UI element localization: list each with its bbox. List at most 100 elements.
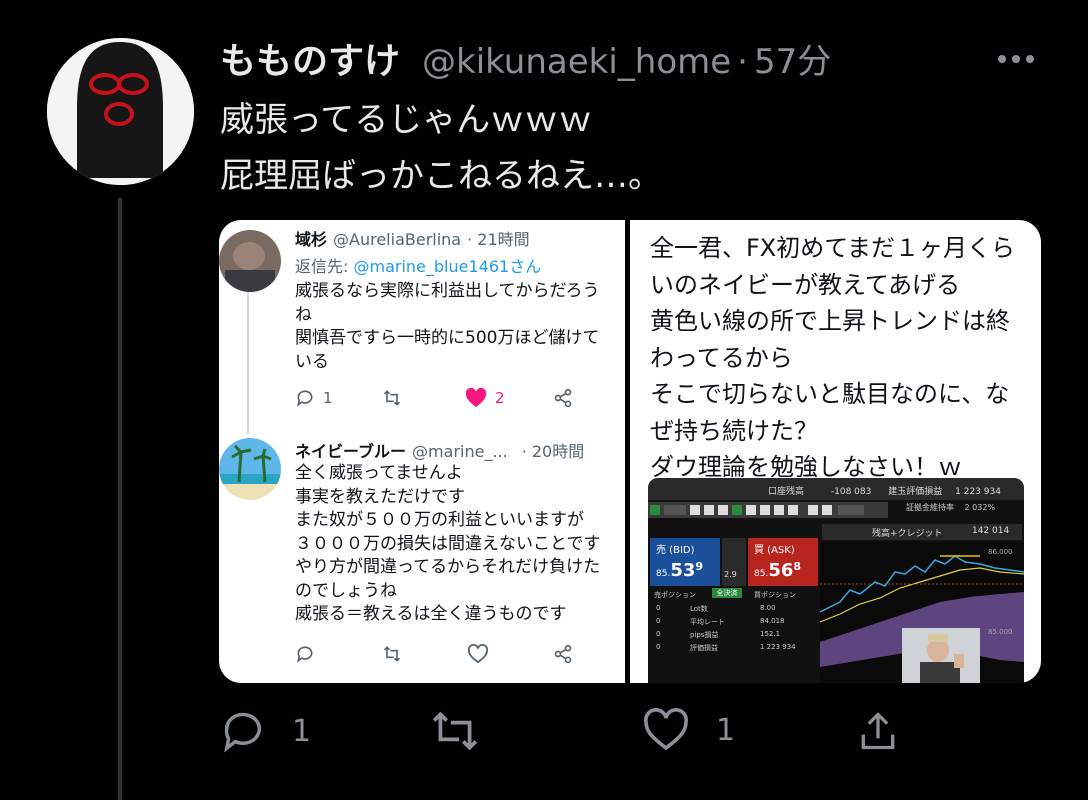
reply-name: 域杉 (295, 230, 328, 249)
fx-row-left: 0 (656, 630, 661, 638)
fx-row-left: 0 (656, 617, 661, 625)
tweet-actions: 1 1 (220, 708, 920, 758)
fx-margin-value: 2 032% (964, 503, 996, 512)
fx-bid-small: 9 (695, 560, 704, 573)
reply-header: 域杉 @AureliaBerlina · 21時間 (295, 226, 530, 250)
reply-to-prefix: 返信先: (295, 257, 354, 276)
fx-pl-label: 建玉評価損益 (888, 487, 943, 497)
fx-trading-screen: 口座残高 -108 083 建玉評価損益 1 223 934 証拠金維持率 2 … (648, 478, 1024, 683)
fx-buy-pos: 買ポジション (754, 591, 796, 599)
reply2-text: 全く威張ってませんよ 事実を教えただけです また奴が５００万の利益といいますが … (295, 463, 601, 624)
more-icon[interactable] (996, 50, 1036, 63)
reply-count: 1 (292, 713, 312, 749)
reply-text: 威張るなら実際に利益出してからだろう ね 関慎吾ですら一時的に500万ほど儲けて… (295, 281, 600, 372)
retweet-icon (381, 388, 403, 408)
reply-button[interactable]: 1 (220, 708, 311, 754)
retweet-icon (432, 711, 478, 751)
fx-ask-small: 8 (793, 560, 802, 573)
media-image-right[interactable]: 全一君、FX初めてまだ１ヶ月くら いのネイビーが教えてあげる 黄色い線の所で上昇… (630, 220, 1041, 683)
fx-ask-big: 56 (768, 560, 794, 581)
reply-handle: @AureliaBerlina (333, 230, 462, 249)
webcam-overlay (902, 628, 980, 683)
fx-bid-int: 85. (656, 569, 671, 579)
fx-row-label: pips損益 (690, 631, 719, 639)
fx-bid-box: 売 (BID) 85.539 (650, 538, 720, 586)
tweet-header: もものすけ @kikunaeki_home · 57分 (220, 32, 831, 82)
separator-dot: · (737, 42, 748, 82)
fx-price-top: 86.000 (988, 548, 1013, 556)
reply2-actions (295, 644, 595, 668)
tweet-media[interactable]: 域杉 @AureliaBerlina · 21時間 返信先: @marine_blu… (219, 220, 1041, 683)
fx-position-rows: 0 Lot数 8.00 0 平均レート 84.018 0 pips損益 152.1 0 評価損益 1 … (656, 604, 806, 656)
media-image-left[interactable]: 域杉 @AureliaBerlina · 21時間 返信先: @marine_blu… (219, 220, 625, 683)
reply-time: · 21時間 (467, 230, 530, 249)
fx-row-right: 152.1 (760, 630, 781, 638)
reply-to-handle: @marine_blue1461さん (353, 257, 542, 276)
fx-row-label: Lot数 (690, 605, 708, 613)
tweet-text: 威張ってるじゃんｗｗｗ 屁理屈ばっかこねるねえ…。 (220, 100, 662, 196)
fx-row-right: 8.00 (760, 604, 776, 612)
avatar[interactable] (47, 38, 194, 185)
reply-count: 1 (323, 389, 333, 407)
embedded-text: 全一君、FX初めてまだ１ヶ月くら いのネイビーが教えてあげる 黄色い線の所で上昇… (650, 234, 1016, 481)
retweet-button[interactable] (430, 708, 480, 754)
fx-row-label: 評価損益 (690, 644, 718, 652)
fx-ask-int: 85. (754, 569, 769, 579)
user-handle[interactable]: @kikunaeki_home (422, 42, 731, 82)
fx-position-row: 0 Lot数 8.00 (656, 604, 806, 617)
fx-position-row: 0 平均レート 84.018 (656, 617, 806, 630)
fx-price-mid: 85.000 (988, 628, 1013, 636)
fx-spread: 2.9 (724, 570, 737, 579)
fx-all-close: 全決済 (712, 588, 742, 598)
fx-credit-row: 残高+クレジット 142 014 (822, 524, 1022, 540)
fx-spread-box: 2.9 (722, 538, 746, 586)
fx-credit-value: 142 014 (972, 526, 1010, 536)
reply-icon (297, 390, 313, 407)
timestamp[interactable]: 57分 (754, 34, 831, 83)
reply2-avatar (219, 438, 281, 500)
reply2-header: ネイビーブルー @marine_... · 20時間 (295, 438, 584, 462)
reply-icon (224, 712, 261, 753)
fx-row-left: 0 (656, 643, 661, 651)
fx-bid-price: 85.539 (656, 560, 703, 581)
fx-bid-label: 売 (BID) (656, 545, 695, 556)
like-button[interactable]: 1 (642, 708, 735, 752)
like-action: 2 (465, 388, 505, 408)
fx-row-right: 84.018 (760, 617, 785, 625)
fx-sell-pos: 売ポジション (654, 591, 696, 599)
reply-action: 1 (295, 388, 333, 408)
balaclava-avatar-image (47, 38, 194, 185)
fx-margin-label: 証拠金維持率 (906, 503, 954, 512)
reply2-name: ネイビーブルー (295, 442, 407, 461)
reply2-share-icon (553, 644, 573, 664)
fx-position-row: 0 評価損益 1 223 934 (656, 643, 806, 656)
share-icon (553, 388, 573, 408)
fx-toolbar (648, 502, 888, 518)
display-name[interactable]: もものすけ (220, 32, 400, 84)
fx-title: 口座残高 (768, 487, 805, 497)
reply-thread-line (247, 292, 249, 434)
fx-ask-box: 買 (ASK) 85.568 (748, 538, 818, 586)
fx-row-label: 平均レート (690, 618, 725, 626)
like-count: 1 (716, 712, 736, 748)
heart-icon (644, 708, 688, 751)
fx-row-left: 0 (656, 604, 661, 612)
fx-balance: -108 083 (830, 487, 872, 497)
share-button[interactable] (856, 708, 900, 754)
like-count: 2 (495, 389, 505, 407)
fx-position-row: 0 pips損益 152.1 (656, 630, 806, 643)
fx-margin-row: 証拠金維持率 2 032% (906, 502, 995, 513)
share-icon (861, 712, 895, 750)
fx-ask-price: 85.568 (754, 560, 801, 581)
heart-filled-icon (465, 388, 487, 408)
thread-line (118, 198, 122, 800)
reply2-time: · 20時間 (521, 442, 585, 461)
fx-ask-label: 買 (ASK) (754, 545, 795, 556)
fx-balance-row: 口座残高 -108 083 建玉評価損益 1 223 934 (768, 484, 1001, 497)
fx-row-right: 1 223 934 (760, 643, 796, 651)
fx-bid-big: 53 (670, 560, 696, 581)
reply-to-line: 返信先: @marine_blue1461さん (295, 253, 541, 277)
reply2-handle: @marine_... (412, 442, 508, 461)
reply2-retweet-icon (381, 644, 403, 664)
reply2-reply-icon (295, 644, 315, 664)
